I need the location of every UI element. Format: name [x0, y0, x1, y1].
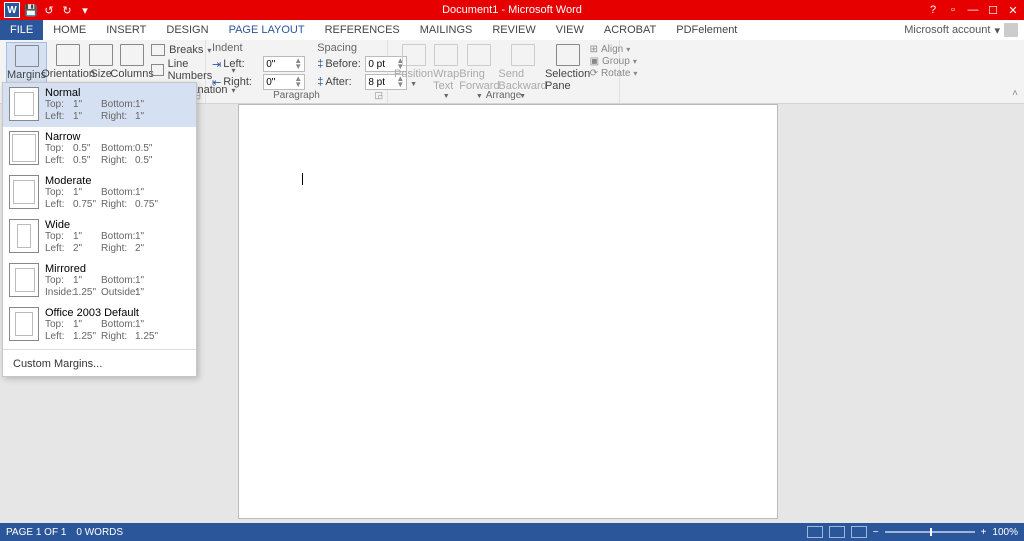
margins-option-mirrored[interactable]: MirroredTop:1"Bottom:1"Inside:1.25"Outsi…	[3, 259, 196, 303]
breaks-icon	[151, 44, 165, 56]
wrap-text-icon	[434, 44, 458, 66]
chevron-down-icon: ▾	[994, 24, 1000, 37]
quick-access-toolbar: W 💾 ↺ ↻ ▾	[0, 2, 92, 18]
tab-insert[interactable]: INSERT	[96, 20, 156, 40]
redo-icon[interactable]: ↻	[60, 3, 74, 17]
rotate-button: ⟳Rotate▾	[590, 68, 638, 79]
tab-home[interactable]: HOME	[43, 20, 96, 40]
orientation-icon	[56, 44, 80, 66]
margin-preset-icon	[9, 263, 39, 297]
maximize-icon[interactable]: ☐	[986, 4, 1000, 17]
custom-margins-button[interactable]: Custom Margins...	[3, 352, 196, 376]
align-icon: ⊞	[590, 44, 598, 55]
document-page[interactable]	[238, 104, 778, 519]
status-bar: PAGE 1 OF 1 0 WORDS − + 100%	[0, 523, 1024, 541]
tab-acrobat[interactable]: ACROBAT	[594, 20, 666, 40]
tab-references[interactable]: REFERENCES	[315, 20, 410, 40]
selection-pane-icon	[556, 44, 580, 66]
zoom-in-icon[interactable]: +	[981, 527, 987, 538]
text-cursor	[302, 173, 303, 185]
web-layout-icon[interactable]	[851, 526, 867, 538]
paragraph-dialog-launcher[interactable]: ◲	[374, 90, 383, 101]
tab-mailings[interactable]: MAILINGS	[410, 20, 483, 40]
zoom-out-icon[interactable]: −	[873, 527, 879, 538]
align-button: ⊞Align▾	[590, 44, 638, 55]
margin-preset-icon	[9, 175, 39, 209]
group-paragraph: Indent ⇥Left:0"▲▼ ⇤Right:0"▲▼ Spacing ‡B…	[206, 40, 388, 103]
minimize-icon[interactable]: —	[966, 4, 980, 17]
help-icon[interactable]: ?	[926, 4, 940, 17]
tab-page-layout[interactable]: PAGE LAYOUT	[219, 20, 315, 40]
tab-pdfelement[interactable]: PDFelement	[666, 20, 747, 40]
zoom-slider[interactable]	[885, 531, 975, 533]
rotate-icon: ⟳	[590, 68, 598, 79]
tab-review[interactable]: REVIEW	[482, 20, 545, 40]
close-icon[interactable]: ✕	[1006, 4, 1020, 17]
collapse-ribbon-icon[interactable]: ˄	[1012, 88, 1018, 99]
page-indicator[interactable]: PAGE 1 OF 1	[6, 527, 66, 538]
ribbon-display-icon[interactable]: ▫	[946, 4, 960, 17]
position-icon	[402, 44, 426, 66]
save-icon[interactable]: 💾	[24, 3, 38, 17]
margins-dropdown: NormalTop:1"Bottom:1"Left:1"Right:1"Narr…	[2, 82, 197, 377]
send-backward-icon	[511, 44, 535, 66]
margins-icon	[15, 45, 39, 67]
group-button: ▣Group▾	[590, 56, 638, 67]
indent-right-control[interactable]: ⇤Right:0"▲▼	[212, 74, 305, 90]
tab-view[interactable]: VIEW	[546, 20, 594, 40]
margins-option-office[interactable]: Office 2003 DefaultTop:1"Bottom:1"Left:1…	[3, 303, 196, 347]
word-icon: W	[4, 2, 20, 18]
account-menu[interactable]: Microsoft account ▾	[904, 23, 1018, 37]
margin-preset-icon	[9, 131, 39, 165]
ribbon-tabs: FILE HOME INSERT DESIGN PAGE LAYOUT REFE…	[0, 20, 1024, 40]
group-arrange: Position▼ Wrap Text▼ Bring Forward▼ Send…	[388, 40, 620, 103]
read-mode-icon[interactable]	[807, 526, 823, 538]
indent-left-control[interactable]: ⇥Left:0"▲▼	[212, 56, 305, 72]
columns-icon	[120, 44, 144, 66]
margins-option-moderate[interactable]: ModerateTop:1"Bottom:1"Left:0.75"Right:0…	[3, 171, 196, 215]
tab-design[interactable]: DESIGN	[156, 20, 218, 40]
margins-option-wide[interactable]: WideTop:1"Bottom:1"Left:2"Right:2"	[3, 215, 196, 259]
size-icon	[89, 44, 113, 66]
zoom-level[interactable]: 100%	[992, 527, 1018, 538]
margin-preset-icon	[9, 307, 39, 341]
avatar	[1004, 23, 1018, 37]
margin-preset-icon	[9, 87, 39, 121]
print-layout-icon[interactable]	[829, 526, 845, 538]
window-controls: ? ▫ — ☐ ✕	[926, 4, 1020, 17]
margins-option-normal[interactable]: NormalTop:1"Bottom:1"Left:1"Right:1"	[3, 83, 196, 127]
margins-option-narrow[interactable]: NarrowTop:0.5"Bottom:0.5"Left:0.5"Right:…	[3, 127, 196, 171]
margin-preset-icon	[9, 219, 39, 253]
window-title: Document1 - Microsoft Word	[442, 4, 582, 16]
title-bar: W 💾 ↺ ↻ ▾ Document1 - Microsoft Word ? ▫…	[0, 0, 1024, 20]
undo-icon[interactable]: ↺	[42, 3, 56, 17]
bring-forward-icon	[467, 44, 491, 66]
group-icon: ▣	[590, 56, 599, 67]
word-count[interactable]: 0 WORDS	[76, 527, 123, 538]
line-numbers-icon	[151, 64, 163, 76]
account-label: Microsoft account	[904, 24, 990, 36]
qat-customize-icon[interactable]: ▾	[78, 3, 92, 17]
tab-file[interactable]: FILE	[0, 20, 43, 40]
